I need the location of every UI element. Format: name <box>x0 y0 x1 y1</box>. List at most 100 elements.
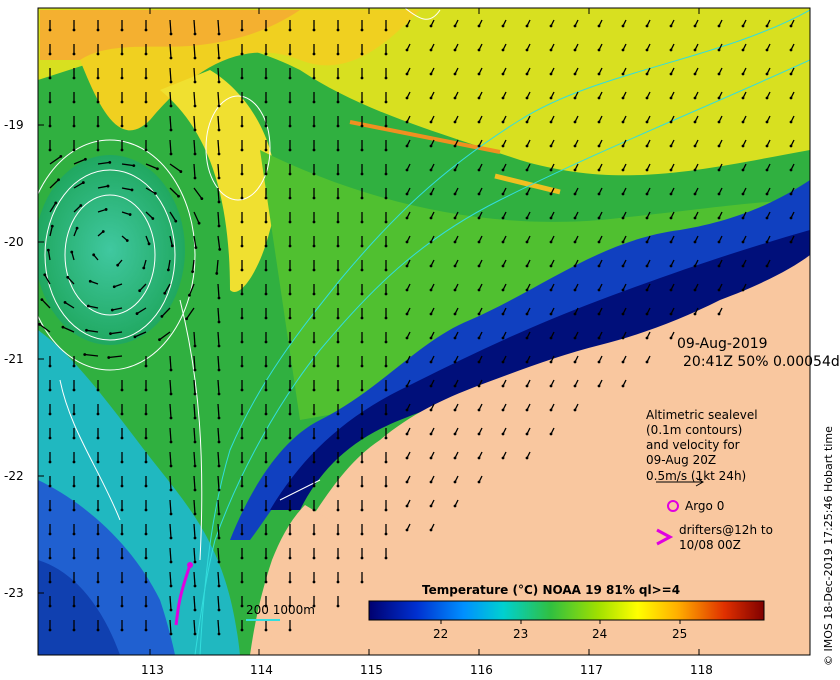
colorbar-tick-label: 23 <box>513 627 528 641</box>
velocity-arrow-head <box>170 244 174 248</box>
velocity-arrow-head <box>240 268 244 272</box>
velocity-arrow-head <box>288 484 292 488</box>
velocity-arrow-head <box>46 248 50 252</box>
velocity-arrow-head <box>384 532 388 536</box>
velocity-arrow-head <box>717 216 721 220</box>
velocity-arrow-head <box>193 104 197 108</box>
velocity-arrow-head <box>48 28 52 32</box>
velocity-arrow-head <box>384 28 388 32</box>
velocity-arrow-head <box>525 384 529 388</box>
velocity-arrow-head <box>240 340 244 344</box>
velocity-arrow-head <box>144 556 148 560</box>
velocity-arrow-head <box>384 484 388 488</box>
bathymetry-label: 200 1000m <box>246 603 315 617</box>
velocity-arrow-head <box>312 340 316 344</box>
velocity-arrow-head <box>669 192 673 196</box>
velocity-arrow-head <box>429 504 433 508</box>
velocity-arrow-head <box>336 388 340 392</box>
velocity-arrow-head <box>48 364 52 368</box>
velocity-arrow-head <box>669 120 673 124</box>
velocity-arrow-head <box>384 172 388 176</box>
velocity-arrow-head <box>169 560 173 564</box>
colorbar-tick-label: 24 <box>592 627 607 641</box>
velocity-arrow-head <box>264 100 268 104</box>
velocity-arrow-head <box>384 124 388 128</box>
velocity-arrow-head <box>501 288 505 292</box>
drifter-point <box>187 562 193 568</box>
velocity-arrow-head <box>264 388 268 392</box>
velocity-arrow-head <box>621 120 625 124</box>
velocity-arrow-head <box>525 456 529 460</box>
velocity-arrow-head <box>96 484 100 488</box>
velocity-arrow-head <box>336 436 340 440</box>
velocity-arrow-head <box>549 192 553 196</box>
velocity-arrow-head <box>144 388 148 392</box>
velocity-arrow-head <box>453 480 457 484</box>
velocity-arrow-head <box>717 144 721 148</box>
velocity-arrow-head <box>765 264 769 268</box>
velocity-arrow-head <box>384 508 388 512</box>
velocity-arrow-head <box>312 124 316 128</box>
velocity-arrow-head <box>384 196 388 200</box>
velocity-arrow-head <box>741 144 745 148</box>
velocity-arrow-head <box>477 72 481 76</box>
velocity-arrow-head <box>312 28 316 32</box>
velocity-arrow-head <box>336 292 340 296</box>
velocity-arrow-head <box>217 440 221 444</box>
velocity-arrow-head <box>240 292 244 296</box>
velocity-arrow-head <box>264 244 268 248</box>
velocity-arrow-head <box>501 72 505 76</box>
velocity-arrow-head <box>48 460 52 464</box>
velocity-arrow-head <box>789 144 793 148</box>
velocity-arrow-head <box>120 556 124 560</box>
velocity-arrow-head <box>218 248 222 251</box>
velocity-arrow-head <box>501 360 505 364</box>
velocity-arrow-head <box>597 48 601 52</box>
velocity-arrow-head <box>240 52 244 56</box>
velocity-arrow-head <box>72 580 76 584</box>
velocity-arrow-head <box>96 100 100 104</box>
velocity-arrow-head <box>405 336 409 340</box>
velocity-arrow-head <box>48 100 52 104</box>
velocity-arrow-head <box>621 264 625 268</box>
latitude-label: -22 <box>4 469 24 483</box>
velocity-arrow-head <box>597 384 601 388</box>
velocity-arrow-head <box>101 230 105 233</box>
velocity-arrow-head <box>112 285 116 289</box>
velocity-arrow-head <box>169 368 173 372</box>
velocity-arrow-head <box>106 184 110 188</box>
velocity-arrow-head <box>525 120 529 124</box>
velocity-arrow-head <box>240 148 244 152</box>
velocity-arrow-head <box>169 512 173 516</box>
velocity-arrow-head <box>144 460 148 464</box>
velocity-arrow-head <box>477 336 481 340</box>
velocity-arrow-head <box>384 412 388 416</box>
longitude-label: 113 <box>141 663 164 677</box>
velocity-arrow-head <box>48 436 52 440</box>
velocity-arrow-head <box>96 556 100 560</box>
velocity-arrow-head <box>597 264 601 268</box>
velocity-arrow-head <box>384 148 388 152</box>
velocity-arrow-head <box>264 76 268 80</box>
velocity-arrow-head <box>88 279 92 283</box>
velocity-arrow-head <box>96 580 100 584</box>
velocity-arrow-head <box>193 56 197 60</box>
velocity-arrow-head <box>312 52 316 56</box>
velocity-arrow-head <box>193 536 197 540</box>
velocity-arrow-head <box>765 192 769 196</box>
velocity-arrow-head <box>669 240 673 244</box>
velocity-arrow-head <box>765 216 769 220</box>
latitude-label: -20 <box>4 235 24 249</box>
velocity-arrow-head <box>169 536 173 540</box>
velocity-arrow-head <box>75 226 79 230</box>
velocity-arrow-head <box>72 76 76 80</box>
velocity-arrow-head <box>217 488 221 492</box>
velocity-arrow-head <box>96 628 100 632</box>
velocity-arrow-head <box>741 240 745 244</box>
velocity-arrow-head <box>169 584 173 588</box>
velocity-arrow-head <box>135 312 139 315</box>
velocity-arrow-head <box>525 360 529 364</box>
velocity-arrow-head <box>312 508 316 512</box>
velocity-arrow-head <box>453 48 457 52</box>
velocity-arrow-head <box>501 120 505 124</box>
